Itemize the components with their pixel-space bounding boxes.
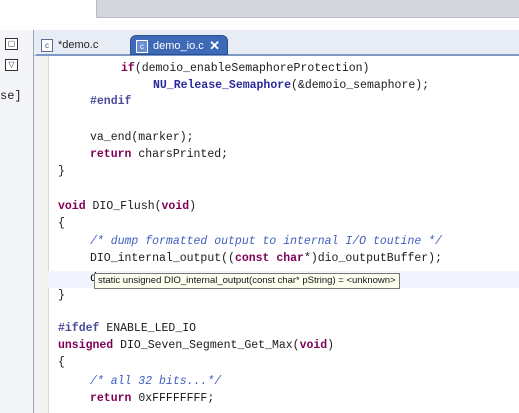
minimize-icon[interactable]: ▢ [5,38,18,50]
code-line: #ifdef ENABLE_LED_IO [58,322,197,335]
code-line: DIO_internal_output((const char*)dio_out… [90,252,442,265]
code-line: } [58,165,65,178]
code-line: /* dump formatted output to internal I/O… [90,235,442,248]
code-line: #endif [90,95,132,108]
tab-demo-io-c[interactable]: c demo_io.c ✕ [130,35,228,55]
code-line: NU_Release_Semaphore(&demoio_semaphore); [153,79,430,92]
left-view-panel: ▢ ▽ se] [0,30,34,413]
code-editor[interactable]: if(demoio_enableSemaphoreProtection) NU_… [55,56,519,413]
c-file-icon: c [41,39,53,52]
code-line: if(demoio_enableSemaphoreProtection) [121,62,370,75]
tab-demo-c[interactable]: c *demo.c [36,35,126,55]
left-panel-text: se] [0,89,22,103]
code-line: { [58,356,65,369]
code-line: /* all 32 bits...*/ [90,375,222,388]
code-line: } [58,289,65,302]
tab-label: demo_io.c [153,40,204,52]
close-tab-icon[interactable]: ✕ [209,36,220,55]
view-menu-icon[interactable]: ▽ [5,59,18,71]
top-panel [96,0,519,18]
code-line: return 0xFFFFFFFF; [90,392,215,405]
code-line: return charsPrinted; [90,148,229,161]
code-line: va_end(marker); [90,131,194,144]
editor-ruler [34,56,49,413]
code-line: void DIO_Flush(void) [58,200,197,213]
c-file-icon: c [136,40,148,53]
hover-tooltip: static unsigned DIO_internal_output(cons… [94,273,400,289]
code-line: unsigned DIO_Seven_Segment_Get_Max(void) [58,339,335,352]
code-line: { [58,217,65,230]
tab-label: *demo.c [58,39,99,51]
